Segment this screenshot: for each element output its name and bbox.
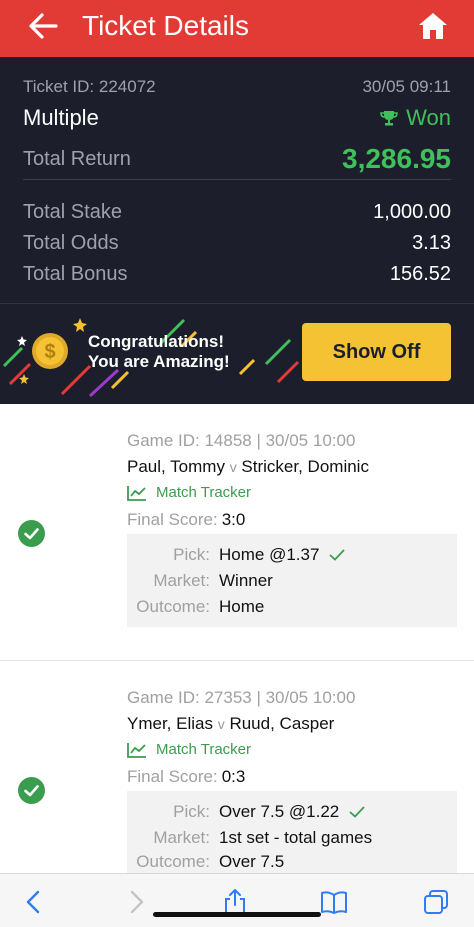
home-indicator	[153, 912, 321, 917]
ticket-id: Ticket ID: 224072	[23, 77, 156, 96]
browser-toolbar	[0, 873, 474, 927]
line-chart-icon	[127, 742, 146, 758]
total-odds-label: Total Odds	[23, 232, 119, 254]
pick-row: Pick: Home @1.37	[127, 545, 457, 569]
ticket-type: Multiple	[23, 105, 99, 130]
total-bonus-label: Total Bonus	[23, 263, 128, 285]
svg-text:$: $	[44, 341, 55, 363]
checkmark-icon	[349, 806, 365, 818]
total-stake-row: Total Stake 1,000.00	[23, 201, 451, 229]
trophy-icon	[380, 111, 398, 126]
total-stake-value: 1,000.00	[373, 201, 451, 223]
app-header: Ticket Details	[0, 0, 474, 57]
match-tracker-link[interactable]: Match Tracker	[127, 484, 251, 501]
final-score: Final Score: 3:0	[127, 510, 246, 529]
divider	[23, 179, 451, 180]
pick-details: Pick: Home @1.37 Market: Winner Outcome:…	[127, 534, 457, 627]
total-return-value: 3,286.95	[342, 143, 451, 174]
tabs-icon[interactable]	[422, 888, 450, 916]
ticket-type-row: Multiple Won	[23, 105, 451, 133]
match-tracker-label: Match Tracker	[156, 484, 252, 501]
coin-icon: $	[32, 333, 68, 369]
total-return-row: Total Return 3,286.95	[23, 143, 451, 177]
total-return-label: Total Return	[23, 148, 131, 170]
pick-details: Pick: Over 7.5 @1.22 Market: 1st set - t…	[127, 791, 457, 873]
status-text: Won	[406, 105, 451, 130]
forward-chevron-icon[interactable]	[122, 888, 150, 916]
status-badge: Won	[380, 105, 451, 131]
bookmarks-icon[interactable]	[320, 888, 348, 916]
pick-row: Pick: Over 7.5 @1.22	[127, 802, 457, 826]
ticket-summary: Ticket ID: 224072 30/05 09:11 Multiple W…	[0, 57, 474, 404]
match-teams: Ymer, Elias v Ruud, Casper	[127, 714, 334, 734]
game-id: Game ID: 14858 | 30/05 10:00	[127, 431, 356, 450]
checkmark-icon	[329, 549, 346, 561]
home-team: Ymer, Elias	[127, 714, 213, 733]
match-tracker-link[interactable]: Match Tracker	[127, 741, 251, 758]
total-stake-label: Total Stake	[23, 201, 122, 223]
back-chevron-icon[interactable]	[20, 888, 48, 916]
market-row: Market: Winner	[153, 571, 273, 590]
match-tracker-label: Match Tracker	[156, 741, 252, 758]
match-teams: Paul, Tommy v Stricker, Dominic	[127, 457, 369, 477]
outcome-row: Outcome: Home	[136, 597, 265, 616]
final-score: Final Score: 0:3	[127, 767, 246, 786]
show-off-button[interactable]: Show Off	[302, 323, 451, 381]
market-row: Market: 1st set - total games	[153, 828, 373, 847]
ticket-datetime: 30/05 09:11	[362, 77, 451, 96]
total-odds-row: Total Odds 3.13	[23, 232, 451, 260]
check-circle-icon	[18, 777, 45, 804]
home-icon[interactable]	[416, 9, 450, 43]
versus-label: v	[229, 459, 237, 475]
game-id: Game ID: 27353 | 30/05 10:00	[127, 688, 356, 707]
versus-label: v	[217, 716, 225, 732]
away-team: Stricker, Dominic	[241, 457, 369, 476]
total-bonus-row: Total Bonus 156.52	[23, 263, 451, 291]
bet-selection-1: Game ID: 14858 | 30/05 10:00 Paul, Tommy…	[0, 404, 474, 660]
line-chart-icon	[127, 485, 146, 501]
arrow-left-icon[interactable]	[26, 8, 60, 44]
page-title: Ticket Details	[82, 10, 250, 41]
home-team: Paul, Tommy	[127, 457, 225, 476]
total-odds-value: 3.13	[412, 232, 451, 254]
congrats-text: Congratulations! You are Amazing!	[88, 332, 230, 371]
away-team: Ruud, Casper	[229, 714, 335, 733]
check-circle-icon	[18, 520, 45, 547]
total-bonus-value: 156.52	[389, 263, 451, 285]
ticket-id-row: Ticket ID: 224072 30/05 09:11	[23, 77, 451, 105]
bet-selection-2: Game ID: 27353 | 30/05 10:00 Ymer, Elias…	[0, 661, 474, 873]
congrats-banner: $ Congratulations! You are Amazing! Show…	[0, 304, 474, 404]
